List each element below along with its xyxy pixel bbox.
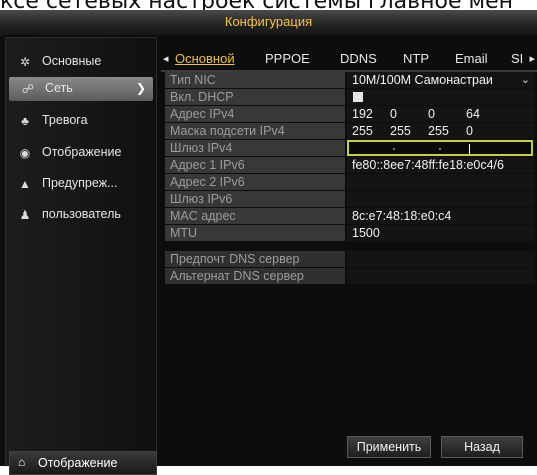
gateway-v6-label: Шлюз IPv6 [165, 191, 345, 207]
sidebar-item-label: пользователь [42, 207, 121, 221]
users-icon: ♟ [19, 208, 31, 222]
dns-preferred-label: Предпочт DNS сервер [165, 251, 345, 267]
chevron-right-icon: ❯ [135, 81, 146, 95]
config-window: Конфигурация ✲ Основные ☍ Сеть ❯ ♣ Трево… [0, 10, 537, 475]
mac-value: 8c:e7:48:18:e0:c4 [347, 208, 535, 224]
tab-bar: ◂ Основной PPPOE DDNS NTP Email SI ▸ [161, 48, 537, 70]
dhcp-label: Вкл. DHCP [165, 89, 345, 105]
mask-octet: 255 [352, 124, 373, 138]
sidebar-item-label: Предупреж... [42, 176, 118, 190]
row-gateway-v6: Шлюз IPv6 [165, 191, 535, 207]
dns-alternate-label: Альтернат DNS сервер [165, 268, 345, 284]
home-icon: ⌂ [18, 455, 26, 469]
nic-type-select[interactable]: 10M/100M Самонастраи ⌄ [347, 72, 535, 88]
title-bar: Конфигурация [0, 10, 537, 35]
warning-icon: ▲ [19, 177, 31, 191]
gateway-label: Шлюз IPv4 [165, 140, 345, 156]
text-cursor [469, 144, 470, 154]
alarm-icon: ♣ [21, 114, 29, 128]
chevron-down-icon: ⌄ [520, 74, 530, 86]
tab-scroll-right-icon[interactable]: ▸ [529, 52, 535, 65]
ipv6-2-value [347, 174, 535, 190]
window-title: Конфигурация [224, 14, 313, 29]
dns-alternate-field[interactable] [347, 268, 535, 284]
sidebar-item-alarm[interactable]: ♣ Тревога [6, 109, 156, 133]
ipv4-field[interactable]: 192 0 0 64 [347, 106, 535, 122]
sidebar-item-display[interactable]: ◉ Отображение [6, 141, 156, 165]
live-view-label: Отображение [38, 456, 118, 470]
row-nic-type: Тип NIC 10M/100M Самонастраи ⌄ [165, 72, 535, 88]
ipv6-1-label: Адрес 1 IPv6 [165, 157, 345, 173]
mask-octet: 255 [428, 124, 449, 138]
ipv6-1-value: fe80::8ee7:48ff:fe18:e0c4/6 [347, 157, 535, 173]
dhcp-checkbox[interactable] [353, 92, 363, 102]
tab-ddns[interactable]: DDNS [340, 51, 377, 66]
ipv6-2-label: Адрес 2 IPv6 [165, 174, 345, 190]
tab-pppoe[interactable]: PPPOE [265, 51, 310, 66]
sidebar-item-label: Основные [42, 54, 102, 68]
tab-basic[interactable]: Основной [175, 51, 235, 66]
gateway-v6-value [347, 191, 535, 207]
mask-octet: 0 [466, 124, 473, 138]
row-mtu: MTU 1500 [165, 225, 535, 241]
sidebar: ✲ Основные ☍ Сеть ❯ ♣ Тревога ◉ Отображе… [5, 37, 157, 475]
row-mac: MAC адрес 8c:e7:48:18:e0:c4 [165, 208, 535, 224]
row-gateway: Шлюз IPv4 [165, 140, 535, 156]
live-view-button[interactable]: ⌂ Отображение [9, 451, 157, 475]
dhcp-cell [347, 89, 535, 105]
sidebar-item-label: Сеть [45, 81, 73, 95]
nic-type-value: 10M/100M Самонастраи [352, 73, 493, 87]
ipv4-octet: 0 [428, 107, 435, 121]
mtu-label: MTU [165, 225, 345, 241]
sidebar-item-warning[interactable]: ▲ Предупреж... [6, 172, 156, 196]
row-ipv6-1: Адрес 1 IPv6 fe80::8ee7:48ff:fe18:e0c4/6 [165, 157, 535, 173]
gear-icon: ✲ [19, 55, 31, 69]
ipv4-octet: 0 [390, 107, 397, 121]
sidebar-item-user[interactable]: ♟ пользователь [6, 203, 156, 227]
mask-field[interactable]: 255 255 255 0 [347, 123, 535, 139]
sidebar-item-general[interactable]: ✲ Основные [6, 50, 156, 74]
row-dhcp: Вкл. DHCP [165, 89, 535, 105]
apply-button[interactable]: Применить [347, 436, 431, 458]
gateway-field[interactable] [347, 140, 533, 156]
tab-scroll-left-icon[interactable]: ◂ [163, 52, 169, 65]
sidebar-item-label: Тревога [42, 113, 88, 127]
nic-type-label: Тип NIC [165, 72, 345, 88]
row-ipv4: Адрес IPv4 192 0 0 64 [165, 106, 535, 122]
ipv4-octet: 64 [466, 107, 480, 121]
row-ipv6-2: Адрес 2 IPv6 [165, 174, 535, 190]
back-button[interactable]: Назад [441, 436, 523, 458]
mac-label: MAC адрес [165, 208, 345, 224]
ipv4-label: Адрес IPv4 [165, 106, 345, 122]
row-mask: Маска подсети IPv4 255 255 255 0 [165, 123, 535, 139]
tab-email[interactable]: Email [455, 51, 488, 66]
main-panel: ◂ Основной PPPOE DDNS NTP Email SI ▸ Тип… [161, 48, 537, 464]
network-icon: ☍ [21, 82, 35, 96]
mtu-field[interactable]: 1500 [347, 225, 535, 241]
mask-label: Маска подсети IPv4 [165, 123, 345, 139]
mask-octet: 255 [390, 124, 411, 138]
sidebar-item-label: Отображение [42, 145, 122, 159]
eye-icon: ◉ [19, 146, 31, 160]
ipv4-octet: 192 [352, 107, 373, 121]
dns-preferred-field[interactable] [347, 251, 535, 267]
sidebar-item-network[interactable]: ☍ Сеть ❯ [9, 77, 153, 101]
tab-ntp[interactable]: NTP [403, 51, 429, 66]
tab-more[interactable]: SI [511, 51, 523, 66]
